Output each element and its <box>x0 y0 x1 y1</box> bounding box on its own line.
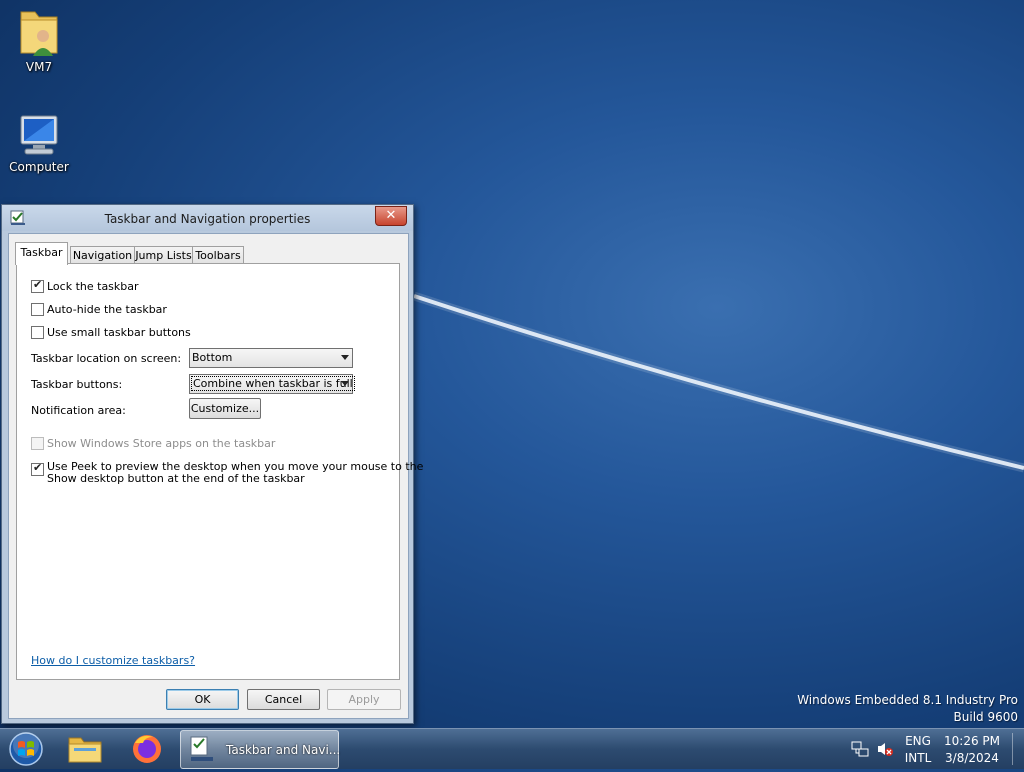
start-button[interactable] <box>6 729 48 769</box>
os-watermark: Windows Embedded 8.1 Industry Pro Build … <box>797 693 1018 724</box>
checkmark-icon: ✔ <box>33 278 43 291</box>
store-apps-label: Show Windows Store apps on the taskbar <box>47 437 276 450</box>
network-icon[interactable] <box>851 741 869 757</box>
taskbar-properties-taskbar-button[interactable]: Taskbar and Navi... <box>180 730 341 769</box>
taskbar-properties-dialog: Taskbar and Navigation properties ✕ Task… <box>1 204 423 724</box>
customize-button[interactable]: Customize... <box>189 398 261 419</box>
chevron-down-icon <box>341 381 349 386</box>
ok-button[interactable]: OK <box>166 689 239 710</box>
lock-taskbar-label: Lock the taskbar <box>47 280 139 293</box>
desktop-icon-label: Computer <box>9 160 69 174</box>
user-folder-icon <box>20 11 58 56</box>
tab-jump-lists[interactable]: Jump Lists <box>134 246 193 264</box>
location-value: Bottom <box>192 351 233 364</box>
tab-taskbar[interactable]: Taskbar <box>15 242 68 265</box>
os-edition: Windows Embedded 8.1 Industry Pro <box>797 693 1018 707</box>
keyboard-layout: INTL <box>904 751 932 765</box>
firefox-icon <box>133 735 161 763</box>
auto-hide-checkbox[interactable] <box>31 303 44 316</box>
show-desktop-button[interactable] <box>1012 733 1021 765</box>
lock-taskbar-checkbox[interactable]: ✔ <box>31 278 44 293</box>
close-button[interactable]: ✕ <box>375 206 407 226</box>
desktop-icon-label: VM7 <box>25 60 53 74</box>
dialog-title: Taskbar and Navigation properties <box>104 212 311 226</box>
cancel-button[interactable]: Cancel <box>247 689 320 710</box>
checkmark-icon: ✔ <box>33 461 43 474</box>
clock[interactable]: 10:26 PM 3/8/2024 <box>938 734 1006 765</box>
os-build: Build 9600 <box>953 710 1018 724</box>
title-bar[interactable]: Taskbar and Navigation properties ✕ <box>2 205 413 231</box>
help-link[interactable]: How do I customize taskbars? <box>31 654 195 667</box>
desktop-icon-computer[interactable]: Computer <box>4 114 74 174</box>
file-explorer-icon <box>68 737 102 763</box>
active-window-label: Taskbar and Navi... <box>226 743 341 757</box>
clock-time: 10:26 PM <box>944 734 1000 748</box>
dialog-client-area: Taskbar Navigation Jump Lists Toolbars ✔… <box>8 233 423 719</box>
small-buttons-label: Use small taskbar buttons <box>47 326 191 339</box>
taskbar-buttons-value: Combine when taskbar is full <box>191 376 355 391</box>
auto-hide-label: Auto-hide the taskbar <box>47 303 167 316</box>
taskbar: Taskbar and Navi... ENG INTL 10:26 PM 3/… <box>0 728 1024 769</box>
firefox-taskbar-button[interactable] <box>124 729 170 769</box>
location-dropdown[interactable]: Bottom <box>189 348 353 368</box>
taskbar-tab-panel: ✔ Lock the taskbar Auto-hide the taskbar… <box>16 263 423 680</box>
clock-date: 3/8/2024 <box>945 751 999 765</box>
notification-area-label: Notification area: <box>31 404 126 417</box>
file-explorer-taskbar-button[interactable] <box>62 729 108 769</box>
apply-button: Apply <box>327 689 401 710</box>
computer-icon <box>20 115 58 155</box>
desktop-icon-vm7[interactable]: VM7 <box>4 6 74 74</box>
small-buttons-checkbox[interactable] <box>31 326 44 339</box>
taskbar-buttons-label: Taskbar buttons: <box>31 378 123 391</box>
peek-checkbox[interactable]: ✔ <box>31 461 44 476</box>
tab-navigation[interactable]: Navigation <box>70 246 135 264</box>
volume-muted-icon[interactable] <box>876 741 894 757</box>
taskbar-buttons-dropdown[interactable]: Combine when taskbar is full <box>189 374 355 394</box>
peek-label-line2: Show desktop button at the end of the ta… <box>47 472 305 485</box>
location-label: Taskbar location on screen: <box>31 352 182 365</box>
store-apps-checkbox <box>31 437 44 450</box>
start-orb-icon <box>9 732 43 766</box>
chevron-down-icon <box>341 355 349 360</box>
close-icon: ✕ <box>385 208 397 223</box>
tab-toolbars[interactable]: Toolbars <box>192 246 244 264</box>
language-indicator[interactable]: ENG INTL <box>900 734 936 765</box>
language-code: ENG <box>905 734 931 748</box>
taskbar-properties-icon <box>190 736 213 761</box>
